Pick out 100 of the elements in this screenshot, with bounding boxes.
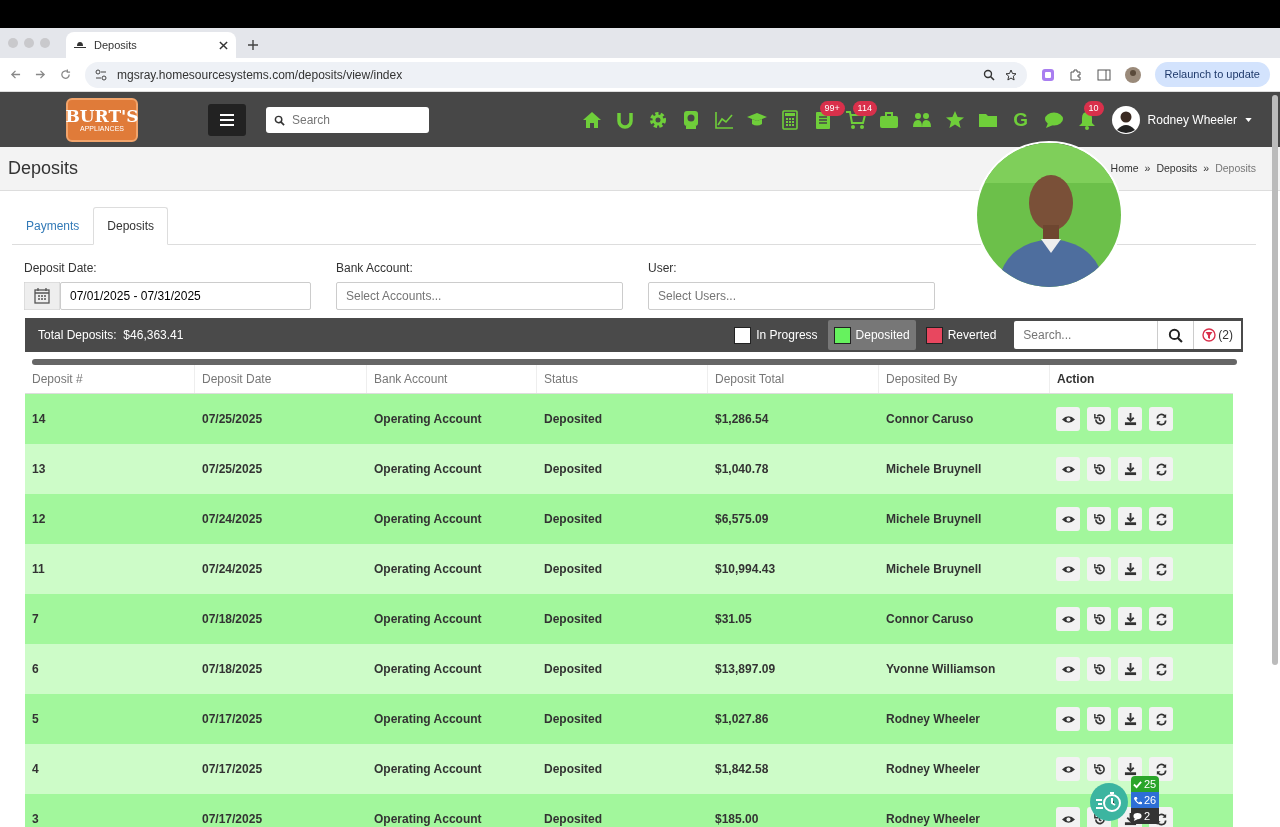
action-button[interactable] [1149,757,1173,781]
avatar-icon[interactable] [1111,105,1140,134]
table-cell-text: Operating Account [373,461,483,478]
plus-icon[interactable] [248,40,258,50]
action-button[interactable] [1118,707,1142,731]
extension-icon[interactable] [1040,67,1055,82]
action-button[interactable] [1056,407,1080,431]
column-header[interactable]: Status [537,365,708,393]
download-icon [1123,762,1137,776]
table-cell-text: Rodney Wheeler [885,711,982,728]
table-row[interactable]: 5 07/17/2025 Operating Account Deposited $1,027.86 Rodney Wheeler [25,694,1233,744]
calendar-icon[interactable] [24,282,60,310]
breadcrumb-link[interactable]: Deposits [1156,160,1198,177]
zoom-icon[interactable] [982,68,995,81]
action-button[interactable] [1087,507,1111,531]
user-menu[interactable]: Rodney Wheeler [1147,110,1237,129]
action-button[interactable] [1149,457,1173,481]
action-button[interactable] [1087,407,1111,431]
star-icon[interactable] [944,109,965,130]
tab[interactable]: Deposits [93,207,169,245]
table-row[interactable]: 7 07/18/2025 Operating Account Deposited $31.05 Connor Caruso [25,594,1233,644]
action-button[interactable] [1118,407,1142,431]
relaunch-button[interactable]: Relaunch to update [1154,62,1270,87]
legend-filter[interactable]: In Progress [728,320,824,350]
action-button[interactable] [1056,507,1080,531]
action-button[interactable] [1056,557,1080,581]
profile-avatar-icon[interactable] [1124,66,1141,83]
cart-icon[interactable] [845,109,866,130]
table-row[interactable]: 11 07/24/2025 Operating Account Deposited $10,994.43 Michele Bruynell [25,544,1233,594]
action-button[interactable] [1056,807,1080,827]
counter-toast[interactable]: 26 [1131,792,1159,808]
legend-filter[interactable]: Reverted [919,320,1003,350]
action-button[interactable] [1087,557,1111,581]
column-header[interactable]: Bank Account [367,365,537,393]
star-icon[interactable] [1004,68,1017,81]
column-header[interactable]: Deposit # [25,365,195,393]
date-range-field[interactable]: 07/01/2025 - 07/31/2025 [60,282,311,310]
filter-button[interactable]: (2) [1194,321,1241,349]
table-cell-text: 07/24/2025 [201,511,264,528]
reload-icon[interactable] [60,69,71,80]
action-button[interactable] [1056,607,1080,631]
forward-icon[interactable] [35,69,46,80]
column-header[interactable]: Action [1050,365,1233,393]
action-button[interactable] [1056,757,1080,781]
table-row[interactable]: 13 07/25/2025 Operating Account Deposited $1,040.78 Michele Bruynell [25,444,1233,494]
action-button[interactable] [1056,657,1080,681]
action-button[interactable] [1118,657,1142,681]
search-button[interactable] [1158,321,1195,349]
action-button[interactable] [1087,757,1111,781]
home-icon[interactable] [581,109,602,130]
action-button[interactable] [1087,457,1111,481]
browser-tab[interactable]: Deposits [66,32,236,58]
table-row[interactable]: 12 07/24/2025 Operating Account Deposited $6,575.09 Michele Bruynell [25,494,1233,544]
action-button[interactable] [1118,757,1142,781]
action-button[interactable] [1149,657,1173,681]
select-field[interactable]: Select Users... [648,282,935,310]
table-cell-text: Deposited [543,511,603,528]
search-field[interactable]: Search... [1014,321,1159,349]
g-link[interactable]: G [1013,110,1028,129]
action-button[interactable] [1056,457,1080,481]
action-button[interactable] [1149,607,1173,631]
briefcase-icon[interactable] [878,109,899,130]
back-icon[interactable] [10,69,21,80]
action-button[interactable] [1087,607,1111,631]
column-header[interactable]: Deposited By [879,365,1050,393]
address-bar[interactable]: mgsray.homesourcesystems.com/deposits/view/index [85,61,1027,88]
column-header[interactable]: Deposit Date [195,365,367,393]
table-cell-text: 07/25/2025 [201,461,264,478]
scrollbar[interactable] [32,359,1237,365]
site-settings-icon[interactable] [95,68,107,81]
column-header[interactable]: Deposit Total [708,365,879,393]
action-button[interactable] [1118,507,1142,531]
close-icon[interactable] [219,40,228,50]
puzzle-icon[interactable] [1068,67,1083,82]
action-button[interactable] [1149,407,1173,431]
sync-icon [1154,512,1168,526]
action-button[interactable] [1118,607,1142,631]
calculator-icon[interactable] [779,109,800,130]
action-button[interactable] [1056,707,1080,731]
action-button[interactable] [1149,707,1173,731]
action-button[interactable] [1118,457,1142,481]
select-field[interactable]: Select Accounts... [336,282,623,310]
action-button[interactable] [1087,657,1111,681]
menu-button[interactable] [208,103,246,136]
action-button[interactable] [1149,557,1173,581]
history-icon [1092,712,1106,726]
action-button[interactable] [1118,557,1142,581]
search-field[interactable]: Search [266,106,429,133]
action-button[interactable] [1087,707,1111,731]
sidebar-icon[interactable] [1096,67,1111,82]
legend-filter[interactable]: Deposited [827,320,916,350]
table-row[interactable]: 6 07/18/2025 Operating Account Deposited $13,897.09 Yvonne Williamson [25,644,1233,694]
action-button[interactable] [1149,507,1173,531]
gear-icon[interactable] [647,109,668,130]
line-chart-icon[interactable] [713,109,734,130]
table-row[interactable]: 14 07/25/2025 Operating Account Deposited $1,286.54 Connor Caruso [25,394,1233,444]
caret-icon[interactable] [1245,117,1252,122]
tab[interactable]: Payments [12,207,94,245]
scrollbar[interactable] [1272,95,1278,665]
breadcrumb-link[interactable]: Home [1110,160,1139,177]
